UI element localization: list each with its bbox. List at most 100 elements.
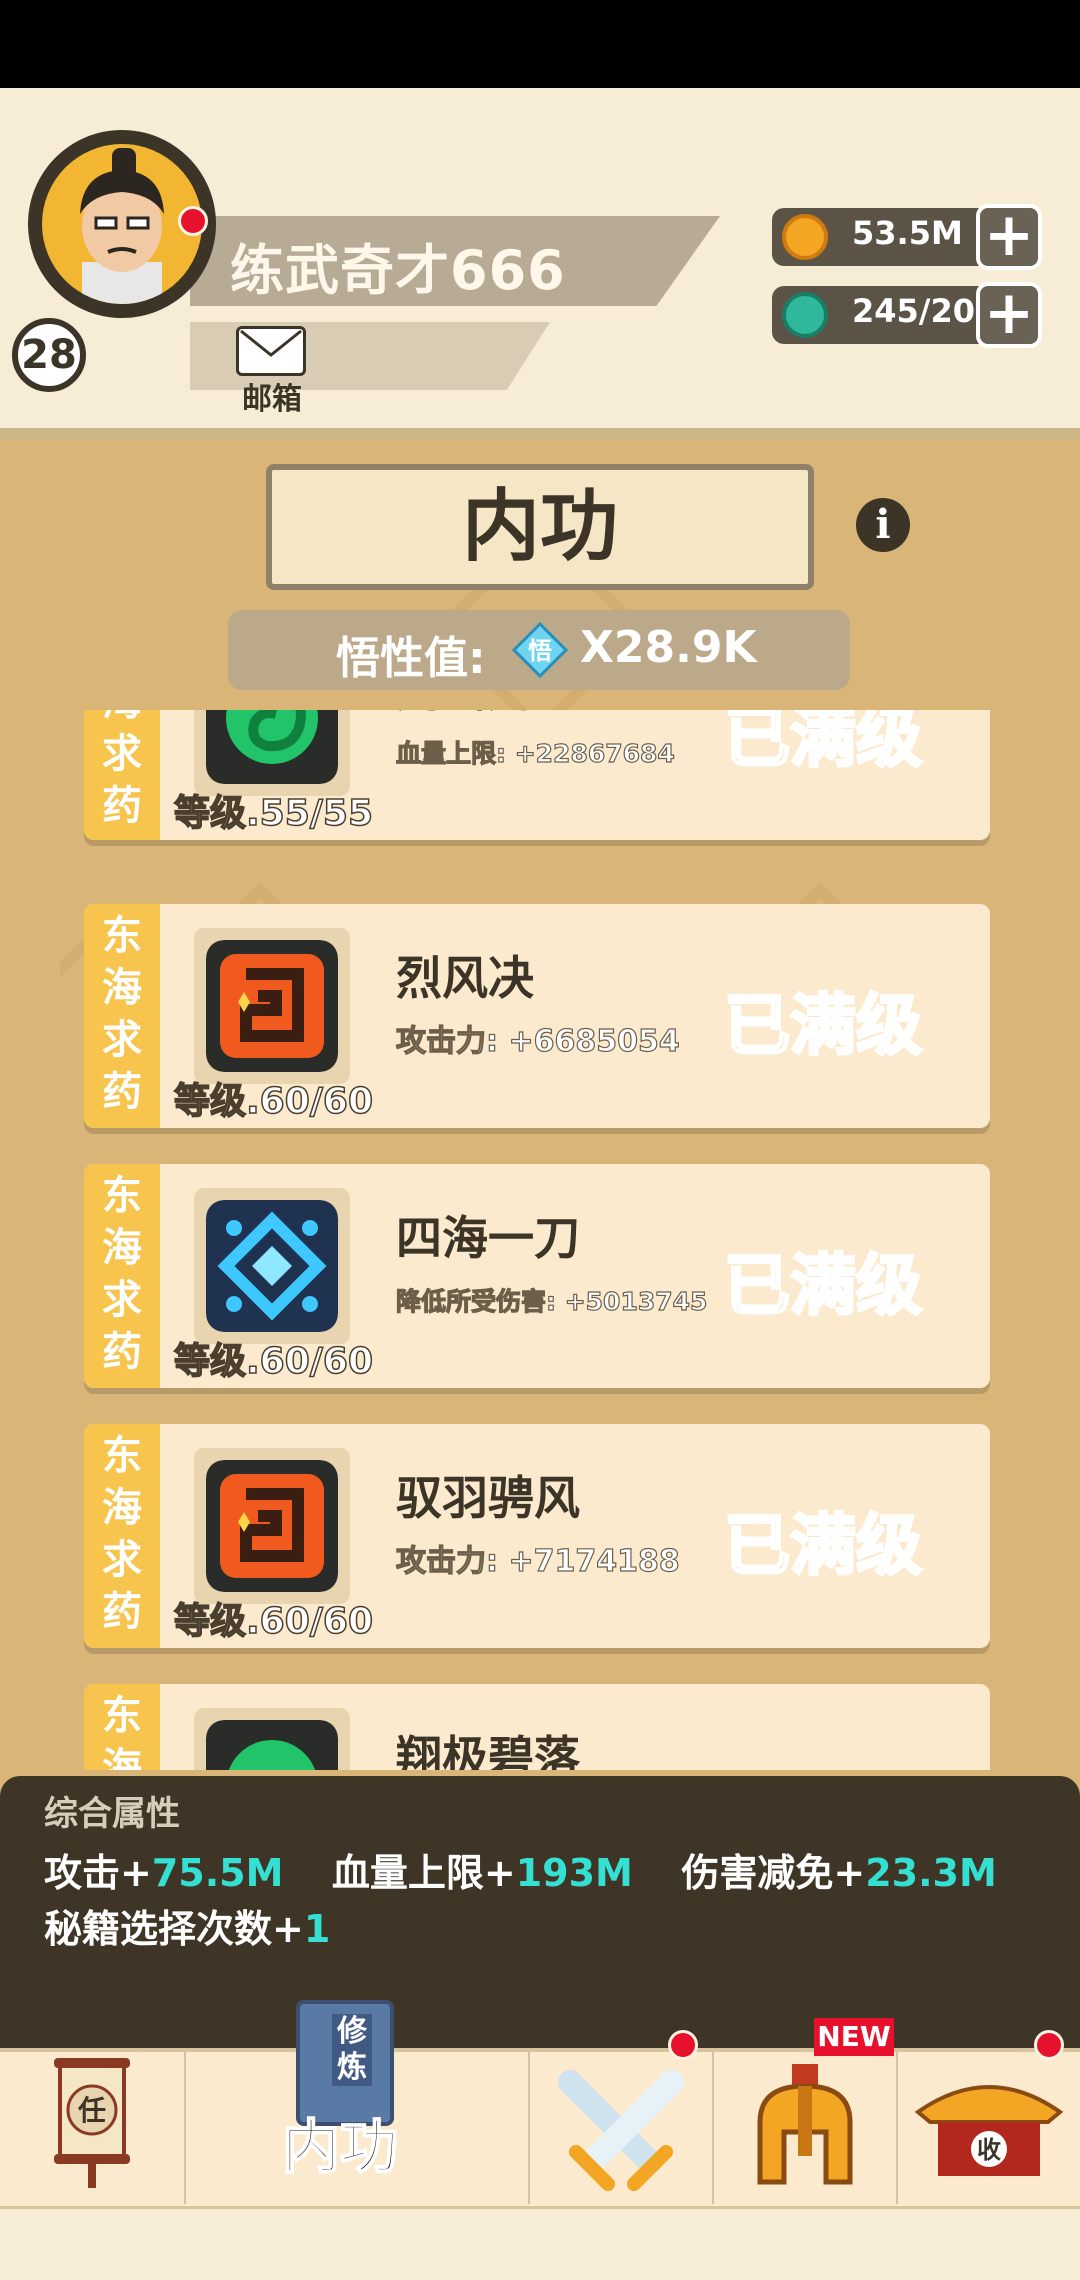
skill-level: 等级.60/60 [173, 1080, 374, 1123]
tag-char: 求 [102, 731, 142, 777]
stamina-orb-icon [782, 292, 828, 338]
stamina-counter: 245/20 + [772, 282, 1042, 348]
summary-stats-line-2: 秘籍选择次数+1 [44, 1898, 330, 1953]
skill-icon-frame [194, 1708, 350, 1770]
tag-char: 海 [102, 1225, 142, 1271]
nav-armor[interactable] [714, 2052, 896, 2204]
info-icon[interactable]: i [856, 498, 910, 552]
picks-label: 秘籍选择次数+ [44, 1907, 304, 1951]
task-char: 任 [77, 2094, 106, 2127]
red-rune-icon [206, 940, 338, 1072]
skill-icon-frame [194, 1188, 350, 1344]
skill-card[interactable]: 东 海 翔极碧落 [84, 1684, 990, 1770]
skill-list[interactable]: 海 求 药 等级.55/55 鹰击翔空 血量上限: +22867684 已满级 … [0, 710, 1080, 1770]
status-bar [0, 0, 1080, 88]
skill-stat: 攻击力: +7174188 [395, 1543, 680, 1579]
add-stamina-button[interactable]: + [976, 282, 1042, 348]
summary-stats-line-1: 攻击+75.5M 血量上限+193M 伤害减免+23.3M [44, 1842, 997, 1897]
tag-char: 药 [102, 1329, 142, 1375]
skill-icon-frame [194, 928, 350, 1084]
attack-value: 75.5M [151, 1851, 284, 1895]
skill-level: 等级.55/55 [173, 792, 374, 835]
skill-source-tag: 东 海 [84, 1684, 160, 1770]
max-level-label: 已满级 [723, 986, 924, 1066]
skill-source-tag: 海 求 药 [84, 710, 160, 840]
skill-name: 驭羽骋风 [396, 1471, 580, 1525]
book-label: 修炼 [332, 2014, 372, 2086]
avatar-notification-dot [178, 206, 208, 236]
tag-char: 海 [102, 1485, 142, 1531]
mail-icon[interactable] [236, 326, 306, 376]
mail-label[interactable]: 邮箱 [236, 374, 308, 418]
panel-title: 内功 [461, 482, 618, 572]
nav-active-label: 内功 [281, 2112, 399, 2182]
stamina-value: 245/20 [852, 292, 976, 330]
pavilion-icon: 收 [914, 2085, 1064, 2176]
max-level-label: 已满级 [723, 710, 924, 778]
skill-level: 等级.60/60 [173, 1340, 374, 1383]
nav-battle[interactable] [530, 2052, 712, 2204]
attack-label: 攻击+ [44, 1851, 152, 1895]
nav-footer [0, 2206, 1080, 2280]
green-swirl-icon [206, 1720, 338, 1770]
skill-level: 等级.60/60 [173, 1600, 374, 1643]
insight-gem-char: 悟 [528, 637, 552, 665]
max-level-label: 已满级 [723, 1506, 924, 1586]
skill-name: 四海一刀 [396, 1211, 580, 1265]
tag-char: 求 [102, 1277, 142, 1323]
gold-value: 53.5M [852, 214, 963, 252]
skill-card[interactable]: 东 海 求 药 等级.60/60 驭羽骋风 攻击力: +7174188 已满级 [84, 1424, 990, 1648]
nav-task[interactable]: 任 [0, 2052, 184, 2204]
nav-shop[interactable]: 收 [898, 2052, 1080, 2204]
skill-name: 烈风决 [396, 951, 534, 1005]
tag-char: 东 [102, 1433, 142, 1479]
add-gold-button[interactable]: + [976, 204, 1042, 270]
hp-value: 193M [515, 1851, 633, 1895]
crossed-swords-icon [558, 2070, 684, 2191]
insight-gem-icon: 悟 [512, 622, 568, 678]
skill-card[interactable]: 海 求 药 等级.55/55 鹰击翔空 血量上限: +22867684 已满级 [84, 710, 990, 840]
task-scroll-icon: 任 [54, 2058, 130, 2188]
red-rune-icon [206, 1460, 338, 1592]
tag-char: 海 [84, 710, 160, 728]
skill-stat: 降低所受伤害: +5013745 [395, 1286, 708, 1316]
summary-title: 综合属性 [44, 1794, 180, 1834]
skill-source-tag: 东 海 求 药 [84, 1424, 160, 1648]
skill-stat: 血量上限: +22867684 [395, 738, 675, 768]
player-level-badge: 28 [12, 318, 86, 392]
max-level-label: 已满级 [723, 1246, 924, 1326]
gold-coin-icon [782, 214, 828, 260]
tag-char: 求 [102, 1537, 142, 1583]
helmet-icon [757, 2064, 853, 2185]
battle-notification-dot [668, 2030, 698, 2060]
skill-card[interactable]: 东 海 求 药 等级.60/60 烈风决 攻击力: +6685054 已满级 [84, 904, 990, 1128]
tag-char: 求 [102, 1017, 142, 1063]
shop-char: 收 [977, 2136, 1001, 2164]
skill-stat: 攻击力: +6685054 [395, 1023, 680, 1059]
panel-title-plaque: 内功 [266, 464, 814, 590]
shop-notification-dot [1034, 2030, 1064, 2060]
tag-char: 药 [102, 1069, 142, 1115]
skill-source-tag: 东 海 求 药 [84, 904, 160, 1128]
blue-diamond-icon [206, 1200, 338, 1332]
tag-char: 药 [102, 783, 142, 829]
dmg-reduction-label: 伤害减免+ [681, 1851, 866, 1895]
tag-char: 海 [102, 1745, 142, 1770]
player-name: 练武奇才666 [230, 239, 566, 302]
green-swirl-icon [206, 710, 338, 784]
skill-card[interactable]: 东 海 求 药 等级.60/60 四海一刀 降低所受伤害: +5013745 已… [84, 1164, 990, 1388]
skill-icon-frame [194, 1448, 350, 1604]
tag-char: 东 [102, 913, 142, 959]
tag-char: 东 [102, 1693, 142, 1739]
hp-label: 血量上限+ [331, 1851, 516, 1895]
picks-value: 1 [303, 1907, 331, 1951]
skill-name: 翔极碧落 [396, 1731, 580, 1770]
tag-char: 药 [102, 1589, 142, 1635]
skill-name: 鹰击翔空 [396, 710, 580, 720]
gold-counter: 53.5M + [772, 204, 1042, 270]
tag-char: 东 [102, 1173, 142, 1219]
insight-bar: 悟性值: 悟 X28.9K [228, 610, 850, 690]
dmg-reduction-value: 23.3M [865, 1851, 997, 1895]
insight-label: 悟性值: [336, 633, 486, 684]
new-badge: NEW [814, 2018, 894, 2056]
